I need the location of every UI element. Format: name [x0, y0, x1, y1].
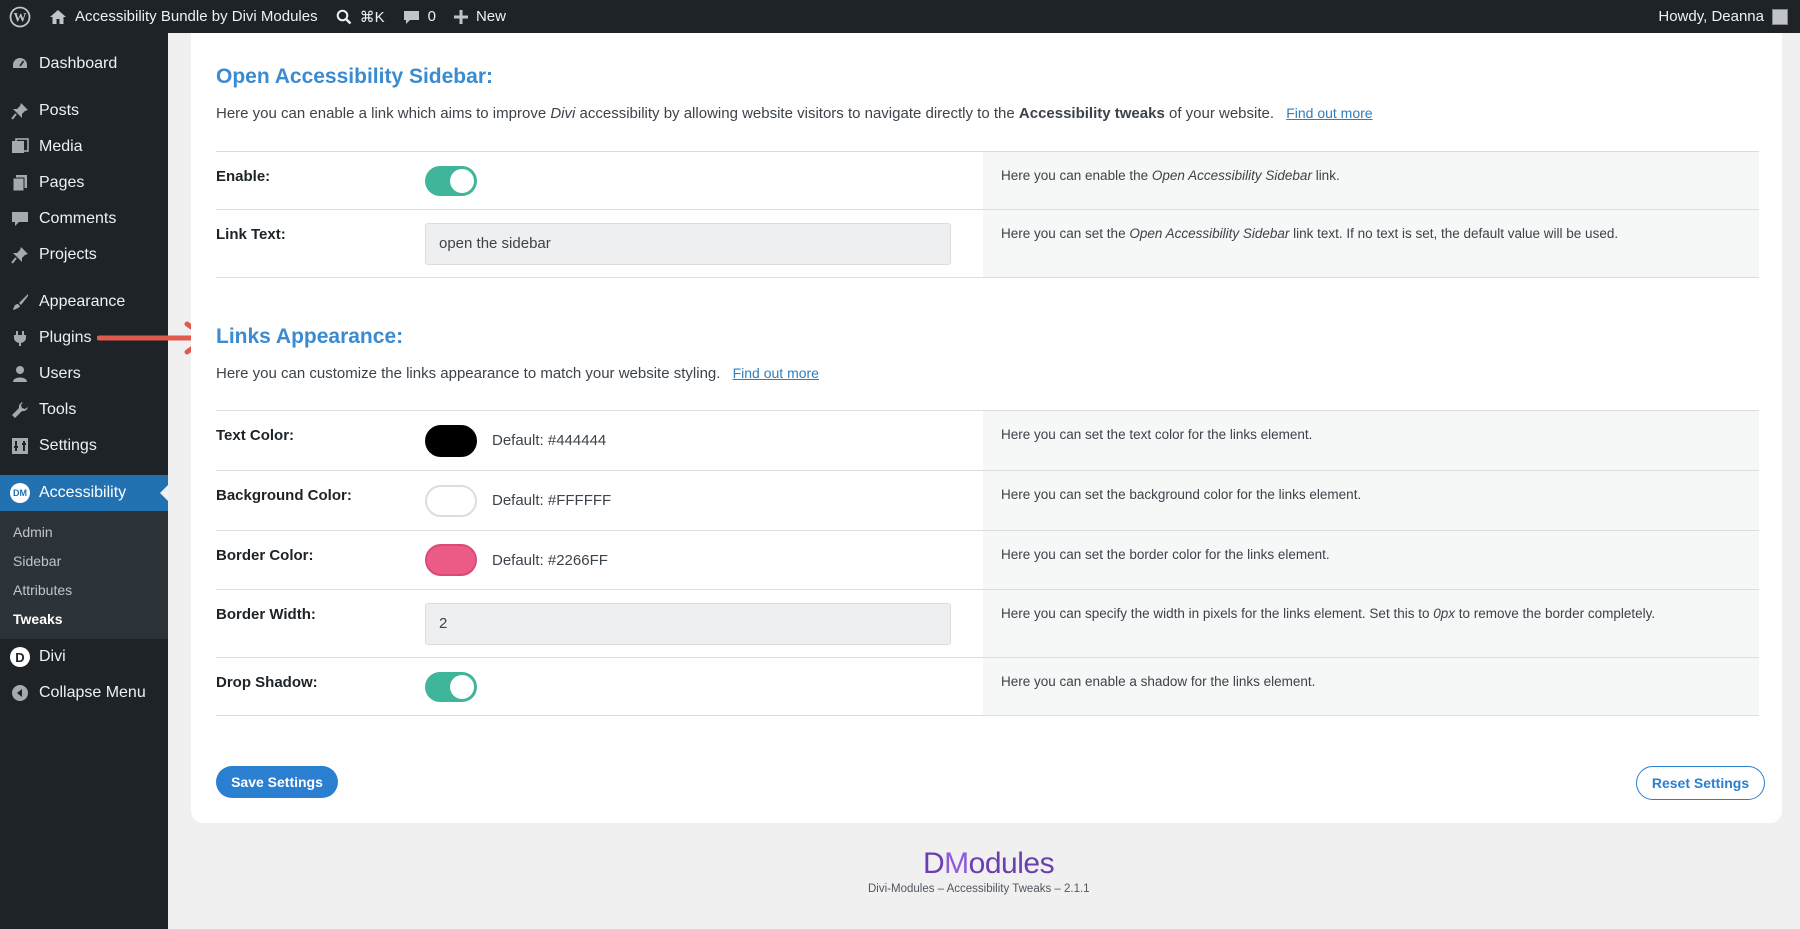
sidebar-item-pages[interactable]: Pages — [0, 165, 168, 201]
setting-row-text-color: Text Color: Default: #444444 Here you ca… — [216, 411, 1759, 471]
find-out-more-link[interactable]: Find out more — [1286, 105, 1372, 121]
user-icon — [10, 364, 30, 384]
open-sidebar-settings: Enable: Here you can enable the Open Acc… — [216, 151, 1759, 278]
section-title-open-sidebar: Open Accessibility Sidebar: — [216, 65, 493, 88]
setting-row-enable: Enable: Here you can enable the Open Acc… — [216, 152, 1759, 210]
sidebar-item-users[interactable]: Users — [0, 356, 168, 392]
pin-icon — [10, 245, 30, 265]
setting-help: Here you can specify the width in pixels… — [983, 590, 1759, 657]
sidebar-item-posts[interactable]: Posts — [0, 93, 168, 129]
brush-icon — [10, 292, 30, 312]
search-icon — [336, 9, 351, 24]
sidebar-item-appearance[interactable]: Appearance — [0, 284, 168, 320]
setting-row-background-color: Background Color: Default: #FFFFFF Here … — [216, 471, 1759, 531]
collapse-menu-button[interactable]: Collapse Menu — [0, 675, 168, 711]
setting-label: Border Color: — [216, 547, 314, 564]
reset-settings-button[interactable]: Reset Settings — [1636, 766, 1765, 800]
plugin-icon — [10, 328, 30, 348]
pages-icon — [10, 173, 30, 193]
site-name: Accessibility Bundle by Divi Modules — [75, 8, 318, 25]
dm-icon: DM — [10, 483, 30, 503]
setting-help: Here you can enable the Open Accessibili… — [983, 152, 1759, 209]
setting-row-link-text: Link Text: open the sidebar Here you can… — [216, 210, 1759, 278]
collapse-icon — [10, 683, 30, 703]
setting-row-border-width: Border Width: 2 Here you can specify the… — [216, 590, 1759, 658]
setting-label: Drop Shadow: — [216, 674, 318, 691]
setting-help: Here you can set the background color fo… — [983, 471, 1759, 530]
border-color-swatch[interactable] — [425, 544, 477, 576]
site-name-link[interactable]: Accessibility Bundle by Divi Modules — [40, 0, 327, 33]
new-content-link[interactable]: New — [445, 0, 515, 33]
setting-row-drop-shadow: Drop Shadow: Here you can enable a shado… — [216, 658, 1759, 716]
text-color-swatch[interactable] — [425, 424, 477, 457]
footer-version-text: Divi-Modules – Accessibility Tweaks – 2.… — [868, 883, 1090, 895]
submenu-item-admin[interactable]: Admin — [0, 517, 168, 546]
setting-help: Here you can set the text color for the … — [983, 411, 1759, 470]
link-text-input[interactable]: open the sidebar — [425, 222, 951, 265]
setting-label: Enable: — [216, 168, 271, 185]
default-value: Default: #444444 — [492, 432, 607, 449]
section-description-open-sidebar: Here you can enable a link which aims to… — [216, 105, 1373, 122]
setting-label: Text Color: — [216, 427, 295, 444]
default-value: Default: #FFFFFF — [492, 492, 612, 509]
divi-modules-logo: DModules — [923, 847, 1055, 880]
setting-help: Here you can enable a shadow for the lin… — [983, 658, 1759, 715]
settings-icon — [10, 436, 30, 456]
sidebar-item-accessibility[interactable]: DM Accessibility — [0, 475, 168, 511]
greeting: Howdy, Deanna — [1658, 8, 1764, 25]
sidebar-item-tools[interactable]: Tools — [0, 392, 168, 428]
sidebar-item-divi[interactable]: D Divi — [0, 639, 168, 675]
comments-link[interactable]: 0 — [394, 0, 445, 33]
border-width-input[interactable]: 2 — [425, 602, 951, 645]
home-icon — [50, 9, 66, 24]
setting-label: Link Text: — [216, 226, 286, 243]
save-settings-button[interactable]: Save Settings — [216, 766, 338, 798]
divi-icon: D — [10, 647, 30, 667]
comments-count: 0 — [427, 8, 436, 25]
wordpress-logo-icon[interactable]: W — [0, 0, 40, 33]
submenu-item-sidebar[interactable]: Sidebar — [0, 546, 168, 575]
submenu-item-tweaks[interactable]: Tweaks — [0, 604, 168, 633]
wrench-icon — [10, 400, 30, 420]
sidebar-item-dashboard[interactable]: Dashboard — [0, 46, 168, 82]
admin-sidebar: Dashboard Posts Media Pages Comments Pro… — [0, 33, 168, 929]
sidebar-item-settings[interactable]: Settings — [0, 428, 168, 464]
media-icon — [10, 137, 30, 157]
section-description-links-appearance: Here you can customize the links appeara… — [216, 365, 819, 382]
setting-label: Background Color: — [216, 487, 352, 504]
setting-label: Border Width: — [216, 606, 316, 623]
background-color-swatch[interactable] — [425, 484, 477, 517]
links-appearance-settings: Text Color: Default: #444444 Here you ca… — [216, 410, 1759, 716]
sidebar-item-projects[interactable]: Projects — [0, 237, 168, 273]
dashboard-icon — [10, 54, 30, 74]
admin-bar: W Accessibility Bundle by Divi Modules ⌘… — [0, 0, 1800, 33]
setting-row-border-color: Border Color: Default: #2266FF Here you … — [216, 531, 1759, 590]
drop-shadow-toggle[interactable] — [425, 671, 477, 702]
find-out-more-link[interactable]: Find out more — [733, 365, 819, 381]
sidebar-item-media[interactable]: Media — [0, 129, 168, 165]
submenu-item-attributes[interactable]: Attributes — [0, 575, 168, 604]
setting-help: Here you can set the border color for th… — [983, 531, 1759, 589]
pin-icon — [10, 101, 30, 121]
my-account[interactable]: Howdy, Deanna — [1658, 8, 1800, 25]
search-shortcut[interactable]: ⌘K — [327, 0, 394, 33]
accessibility-submenu: Admin Sidebar Attributes Tweaks — [0, 511, 168, 639]
sidebar-item-comments[interactable]: Comments — [0, 201, 168, 237]
enable-toggle[interactable] — [425, 165, 477, 196]
avatar — [1772, 8, 1788, 25]
section-title-links-appearance: Links Appearance: — [216, 325, 404, 348]
default-value: Default: #2266FF — [492, 551, 608, 569]
setting-help: Here you can set the Open Accessibility … — [983, 210, 1759, 277]
plus-icon — [453, 9, 468, 24]
comment-icon — [10, 209, 30, 229]
svg-text:W: W — [14, 9, 27, 24]
comment-icon — [403, 10, 419, 24]
settings-panel: Open Accessibility Sidebar: Here you can… — [191, 33, 1782, 823]
